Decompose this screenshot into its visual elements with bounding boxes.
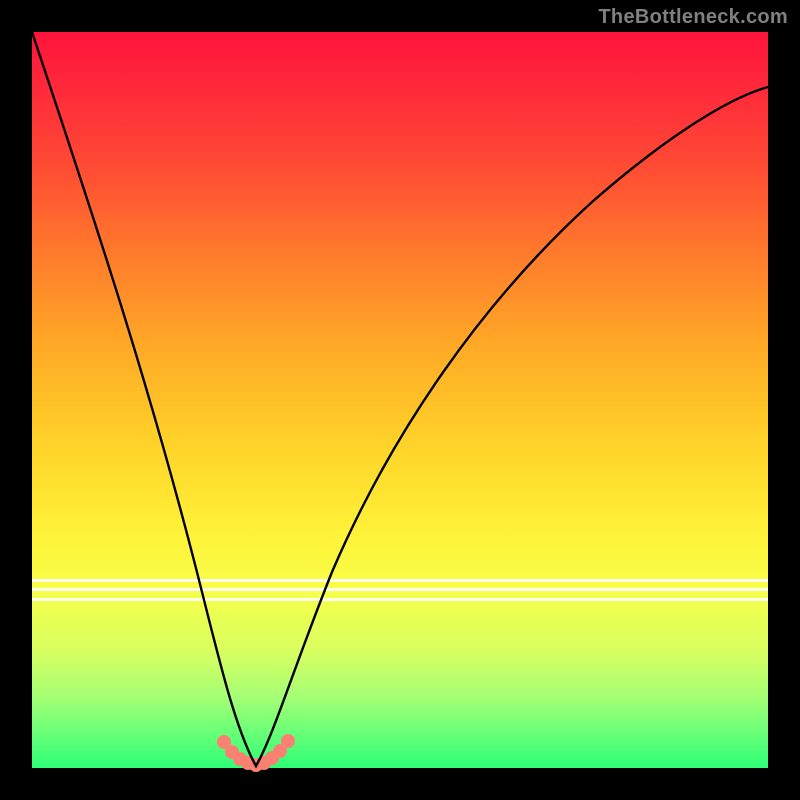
chart-svg	[32, 32, 768, 768]
chart-frame: TheBottleneck.com	[0, 0, 800, 800]
bottleneck-curve-path	[32, 32, 768, 766]
watermark-text: TheBottleneck.com	[598, 6, 788, 29]
plot-area	[32, 32, 768, 768]
